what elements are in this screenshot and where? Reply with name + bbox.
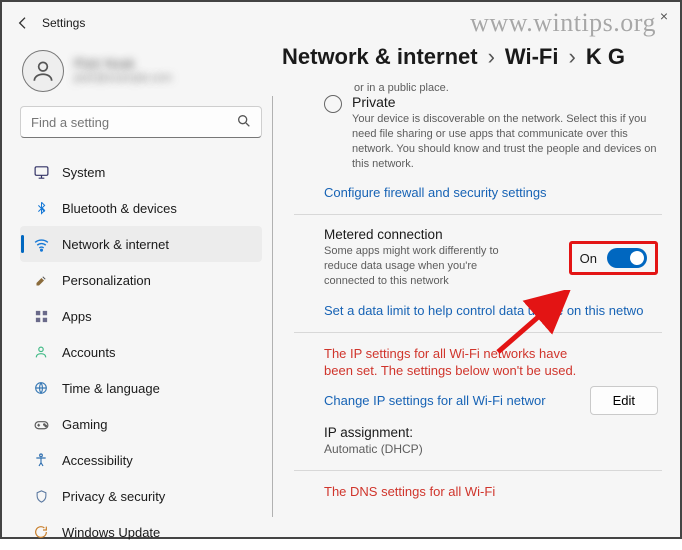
windows-update-icon [32,523,50,541]
close-icon[interactable]: × [660,8,668,24]
metered-desc: Some apps might work differently to redu… [324,244,524,289]
chevron-right-icon: › [568,44,575,70]
sidebar-item-bluetooth[interactable]: Bluetooth & devices [20,190,262,226]
breadcrumb-b[interactable]: Wi-Fi [505,44,559,70]
sidebar-item-label: Bluetooth & devices [62,201,177,216]
breadcrumb-a[interactable]: Network & internet [282,44,478,70]
metered-toggle-label: On [580,251,597,266]
sidebar-item-label: System [62,165,105,180]
accessibility-icon [32,451,50,469]
accounts-icon [32,343,50,361]
sidebar-item-system[interactable]: System [20,154,262,190]
sidebar-item-accounts[interactable]: Accounts [20,334,262,370]
bluetooth-icon [32,199,50,217]
ip-assignment-value: Automatic (DHCP) [324,442,658,456]
metered-toggle-highlight: On [569,241,658,275]
sidebar-item-label: Windows Update [62,525,160,540]
sidebar-item-label: Accessibility [62,453,133,468]
time-language-icon [32,379,50,397]
private-desc: Your device is discoverable on the netwo… [352,112,658,171]
search-input[interactable] [20,106,262,138]
profile-name[interactable]: Piotr Noak [74,56,172,72]
dns-warning: The DNS settings for all Wi-Fi [324,483,658,501]
app-title: Settings [42,16,85,30]
firewall-link[interactable]: Configure firewall and security settings [324,185,658,200]
private-title: Private [352,94,658,110]
ip-warning: The IP settings for all Wi-Fi networks h… [324,345,584,380]
sidebar-item-gaming[interactable]: Gaming [20,406,262,442]
sidebar-item-label: Apps [62,309,92,324]
sidebar-item-label: Time & language [62,381,160,396]
sidebar-item-label: Gaming [62,417,108,432]
prev-option-tail: or in a public place. [354,82,662,94]
edit-button[interactable]: Edit [590,386,658,415]
gaming-icon [32,415,50,433]
sidebar-item-label: Personalization [62,273,151,288]
sidebar-item-privacy[interactable]: Privacy & security [20,478,262,514]
ip-assignment-label: IP assignment: [324,425,658,440]
breadcrumb: Network & internet › Wi-Fi › K G [282,44,662,70]
search-icon [236,113,252,129]
metered-toggle[interactable] [607,248,647,268]
sidebar-item-personalization[interactable]: Personalization [20,262,262,298]
sidebar-item-label: Privacy & security [62,489,165,504]
apps-icon [32,307,50,325]
sidebar-item-accessibility[interactable]: Accessibility [20,442,262,478]
sidebar-item-apps[interactable]: Apps [20,298,262,334]
private-radio[interactable] [324,95,342,113]
sidebar-item-network[interactable]: Network & internet [20,226,262,262]
chevron-right-icon: › [488,44,495,70]
change-ip-link[interactable]: Change IP settings for all Wi-Fi networ [324,393,546,408]
system-icon [32,163,50,181]
sidebar-item-label: Accounts [62,345,115,360]
sidebar-item-label: Network & internet [62,237,169,252]
sidebar-item-windows-update[interactable]: Windows Update [20,514,262,550]
avatar[interactable] [22,50,64,92]
breadcrumb-c: K G [586,44,625,70]
profile-email: piotr@example.com [74,72,172,86]
sidebar-item-time-language[interactable]: Time & language [20,370,262,406]
back-icon[interactable] [14,14,32,32]
wifi-icon [32,235,50,253]
personalization-icon [32,271,50,289]
privacy-icon [32,487,50,505]
data-limit-link[interactable]: Set a data limit to help control data us… [324,303,658,318]
metered-title: Metered connection [324,227,524,242]
